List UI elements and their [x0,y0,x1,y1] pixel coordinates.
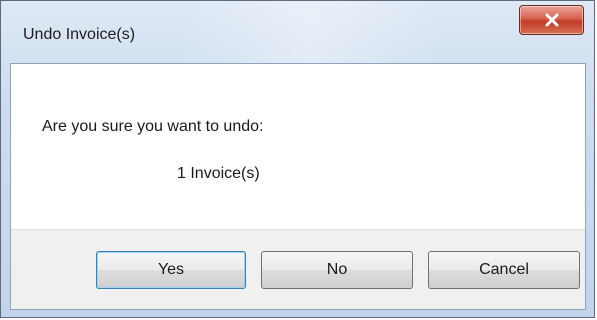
no-button[interactable]: No [261,251,413,289]
cancel-button[interactable]: Cancel [428,251,580,289]
button-bar: Yes No Cancel [11,229,585,309]
title-bar-sheen [181,1,441,63]
close-icon [545,13,558,27]
invoice-count-text: 1 Invoice(s) [177,165,260,182]
message-area: Are you sure you want to undo: 1 Invoice… [11,64,585,229]
window-title: Undo Invoice(s) [23,26,136,43]
undo-invoices-dialog: Undo Invoice(s) Are you sure you want to… [0,0,595,318]
close-button[interactable] [519,5,584,35]
dialog-content: Are you sure you want to undo: 1 Invoice… [10,63,586,310]
title-bar[interactable]: Undo Invoice(s) [1,1,596,63]
confirmation-message: Are you sure you want to undo: [42,118,264,135]
yes-button[interactable]: Yes [96,251,246,289]
